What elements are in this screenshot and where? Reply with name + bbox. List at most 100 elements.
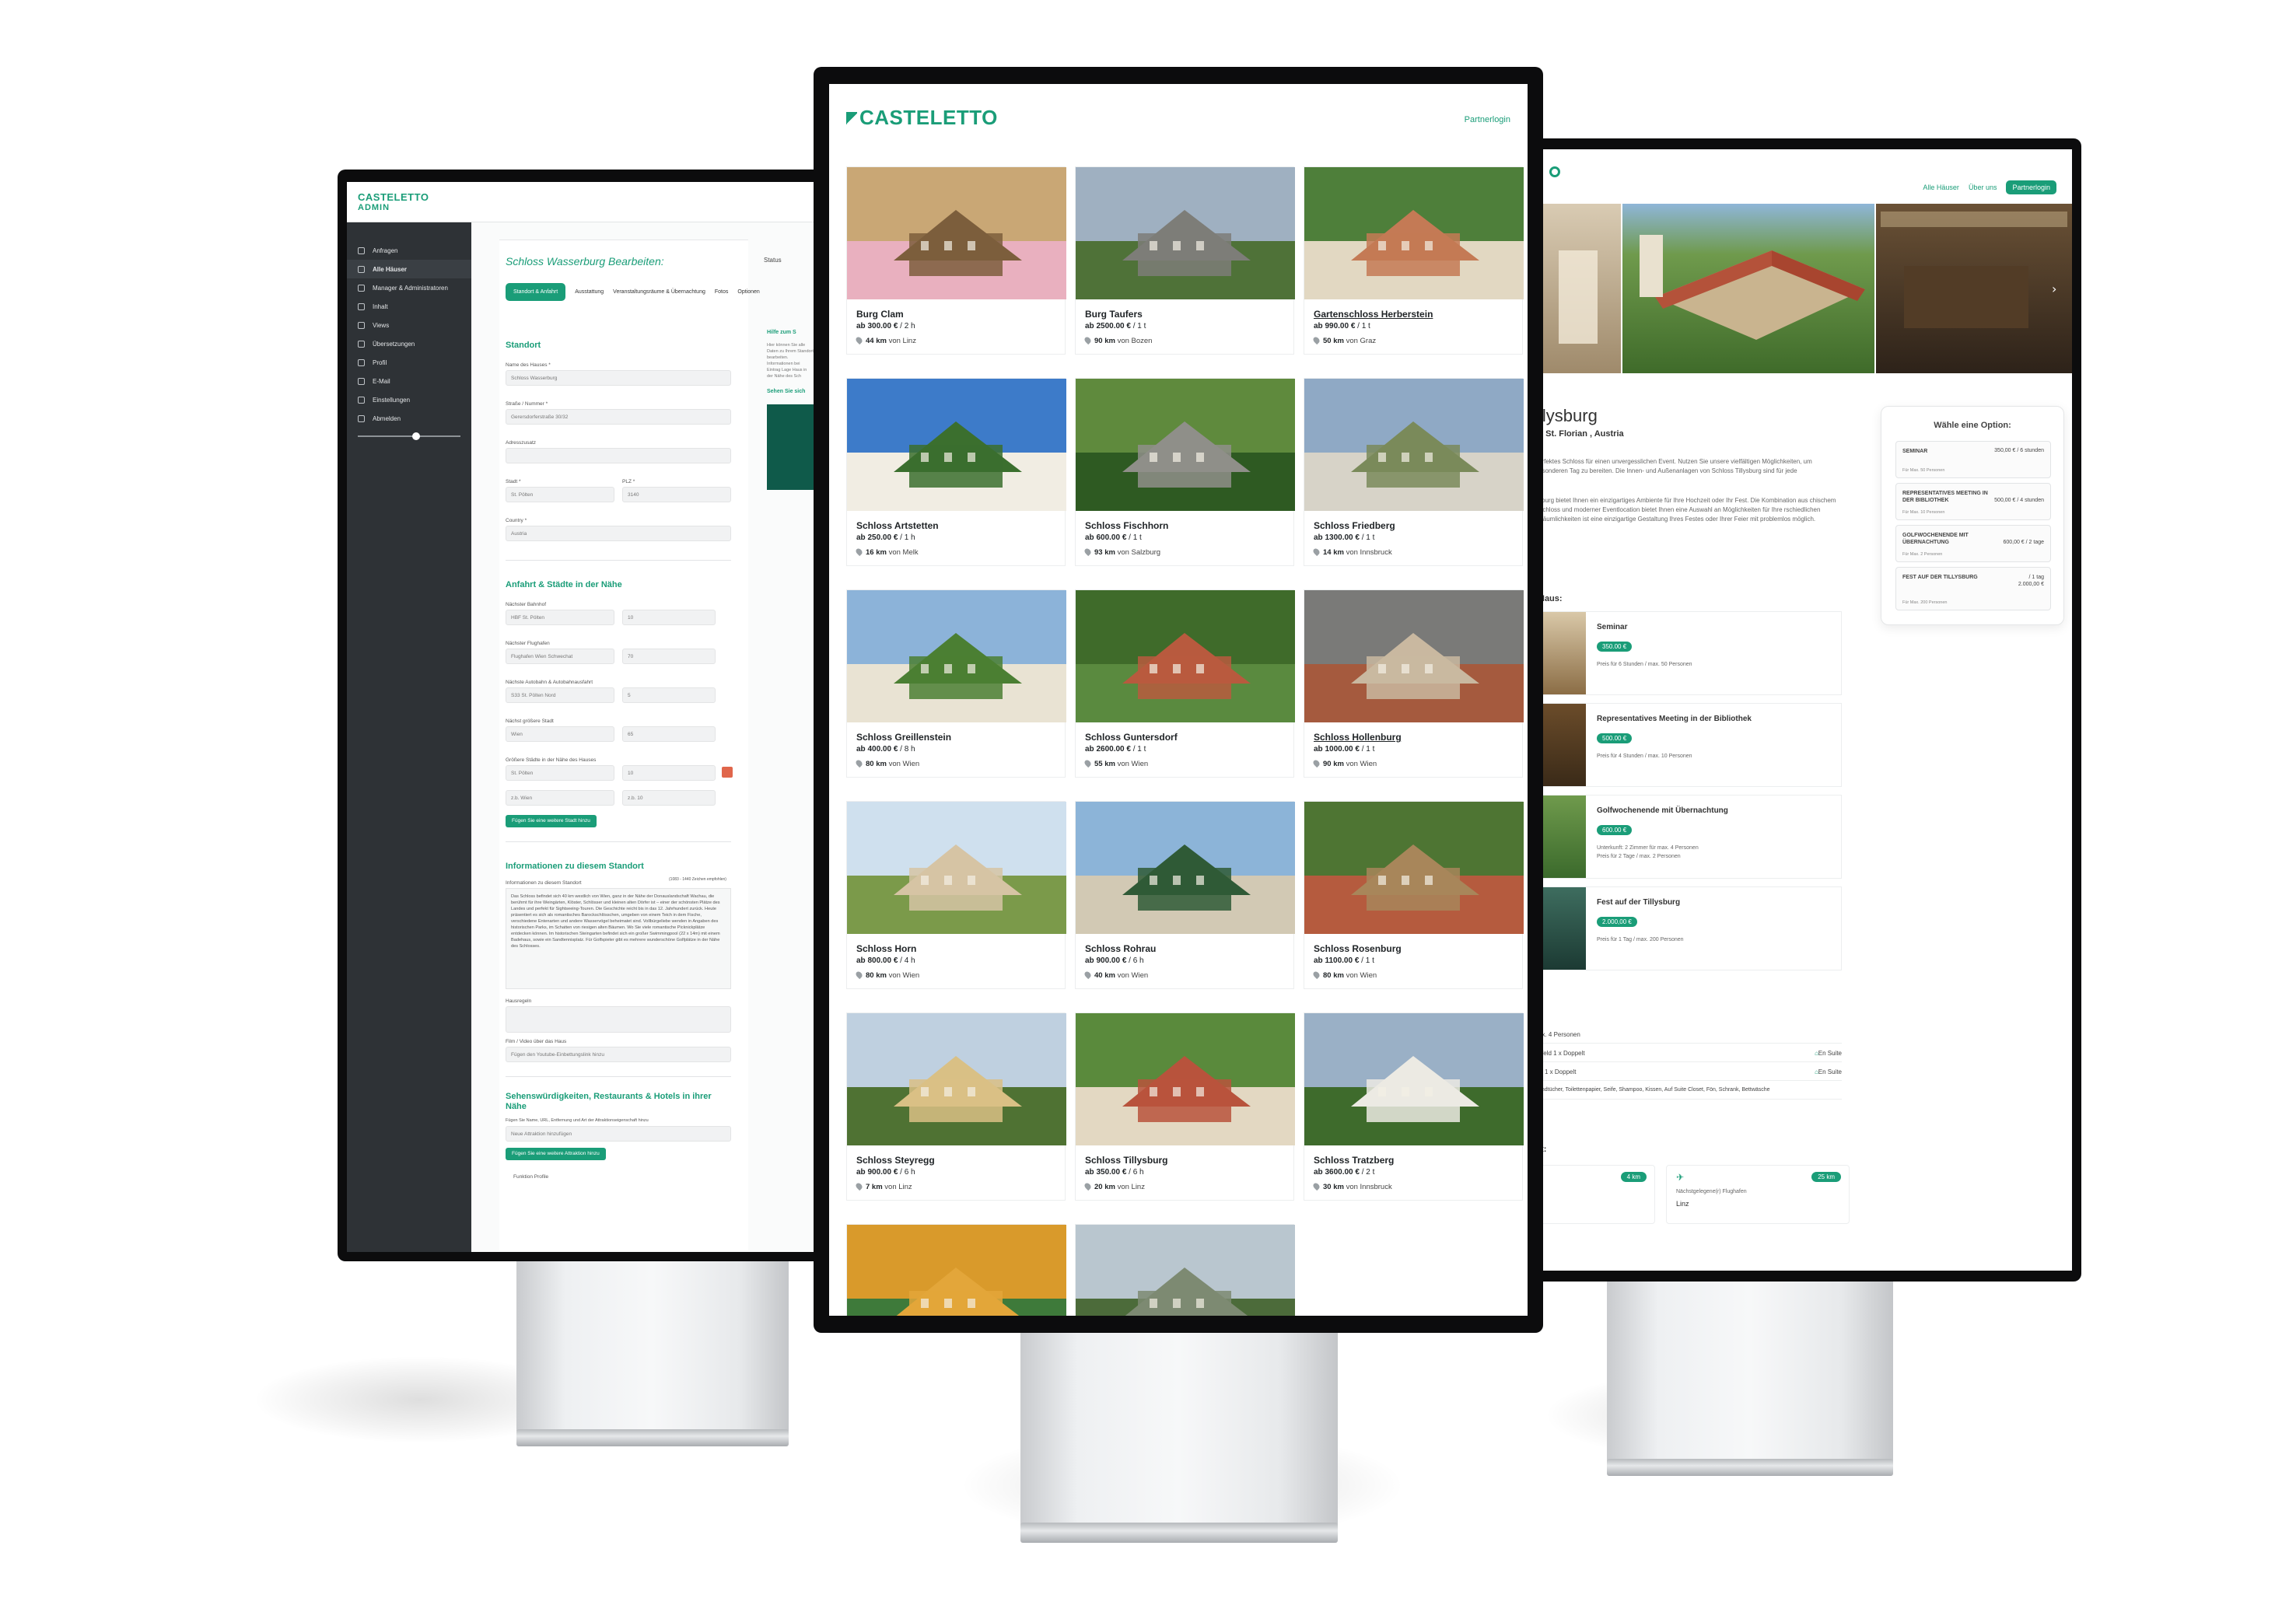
castle-photo[interactable] (1076, 1225, 1295, 1316)
castle-card[interactable]: Schloss Rohrau ab 900.00 € / 6 h 40 km von… (1075, 801, 1295, 989)
film-field[interactable]: Fügen den Youtube-Einbettungslink hinzu (506, 1047, 731, 1062)
castle-name[interactable]: Schloss Guntersdorf (1085, 732, 1178, 743)
nav-inhalt[interactable]: Inhalt (347, 297, 471, 316)
name-field[interactable]: Schloss Wasserburg (506, 370, 731, 386)
castle-photo[interactable] (1304, 167, 1524, 299)
stadt1-km-field[interactable]: 10 (622, 765, 716, 781)
partner-login-link[interactable]: Partnerlogin (1465, 115, 1510, 124)
castle-photo[interactable] (1076, 802, 1295, 934)
castle-photo[interactable] (847, 1013, 1066, 1145)
grosse-field[interactable]: Wien (506, 726, 614, 742)
booking-option-seminar[interactable]: SEMINAR 350,00 € / 6 stunden Für Max. 50… (1895, 441, 2051, 478)
option-meeting[interactable]: Representatives Meeting in der Bibliothe… (1538, 703, 1842, 787)
sidebar-slider[interactable] (358, 432, 460, 440)
nav-einstellungen[interactable]: Einstellungen (347, 390, 471, 409)
stadt1-field[interactable]: St. Pölten (506, 765, 614, 781)
castle-name[interactable]: Schloss Rohrau (1085, 943, 1156, 954)
castle-name[interactable]: Schloss Rosenburg (1314, 943, 1402, 954)
castle-card[interactable]: Schloss Horn ab 800.00 € / 4 h 80 km von W… (846, 801, 1066, 989)
castle-name[interactable]: Schloss Artstetten (856, 520, 939, 531)
street-field[interactable]: Gerersdorferstraße 30/32 (506, 409, 731, 425)
castle-photo[interactable] (847, 802, 1066, 934)
add-city-button[interactable]: Fügen Sie eine weitere Stadt hinzu (506, 815, 597, 827)
add-attraction-button[interactable]: Fügen Sie eine weitere Attraktion hinzu (506, 1148, 606, 1160)
castle-photo[interactable] (847, 1225, 1066, 1316)
castle-photo[interactable] (1304, 1013, 1524, 1145)
stadt2-field[interactable]: z.b. Wien (506, 790, 614, 806)
castle-card[interactable]: Schloss Wasserburg (846, 1224, 1066, 1316)
help-link[interactable]: Sehen Sie sich (767, 389, 814, 394)
castle-card[interactable]: Schloss Friedberg ab 1300.00 € / 1 t 14 km… (1304, 378, 1524, 566)
castle-name[interactable]: Gartenschloss Herberstein (1314, 309, 1433, 320)
castle-card[interactable]: Gartenschloss Herberstein ab 990.00 € / 1… (1304, 166, 1524, 355)
remove-icon[interactable] (722, 767, 733, 778)
nav-abmelden[interactable]: Abmelden (347, 409, 471, 428)
nav-email[interactable]: E-Mail (347, 372, 471, 390)
castle-card[interactable]: Schloss Steyregg ab 900.00 € / 6 h 7 km vo… (846, 1012, 1066, 1201)
tab-optionen[interactable]: Optionen (737, 289, 759, 295)
castle-card[interactable]: Burg Clam ab 300.00 € / 2 h 44 km von Linz (846, 166, 1066, 355)
nav-about[interactable]: Über uns (1969, 184, 1997, 191)
flughafen-km-field[interactable]: 70 (622, 649, 716, 664)
castle-photo[interactable] (847, 167, 1066, 299)
country-select[interactable]: Austria (506, 526, 731, 541)
bahnhof-field[interactable]: HBF St. Pölten (506, 610, 614, 625)
castle-photo[interactable] (847, 379, 1066, 511)
booking-option-meeting[interactable]: REPRESENTATIVES MEETING IN DER BIBLIOTHE… (1895, 483, 2051, 520)
castle-photo[interactable] (847, 590, 1066, 722)
castle-card[interactable]: Schloss Artstetten ab 250.00 € / 1 h 16 km… (846, 378, 1066, 566)
help-title[interactable]: Hilfe zum S (767, 330, 814, 335)
info-textarea[interactable]: Das Schloss befindet sich 40 km westlich… (506, 888, 731, 989)
castle-photo[interactable] (1304, 379, 1524, 511)
funktion-label[interactable]: Funktion Profile (513, 1174, 548, 1180)
castle-name[interactable]: Schloss Steyregg (856, 1155, 935, 1166)
hero-gallery[interactable]: › (1538, 204, 2072, 373)
help-video[interactable] (767, 404, 814, 490)
castle-card[interactable]: Taggburg (1075, 1224, 1295, 1316)
nav-all-houses[interactable]: Alle Häuser (1923, 184, 1959, 191)
slider-handle[interactable] (412, 432, 420, 440)
castle-name[interactable]: Schloss Greillenstein (856, 732, 951, 743)
hausregeln-field[interactable] (506, 1006, 731, 1033)
grosse-km-field[interactable]: 65 (622, 726, 716, 742)
nav-views[interactable]: Views (347, 316, 471, 334)
nav-anfragen[interactable]: Anfragen (347, 241, 471, 260)
partner-login-button[interactable]: Partnerlogin (2006, 180, 2056, 194)
stadt2-km-field[interactable]: z.b. 10 (622, 790, 716, 806)
casteletto-logo[interactable]: CASTELETTO (846, 106, 998, 130)
autobahn-field[interactable]: S33 St. Pölten Nord (506, 687, 614, 703)
castle-name[interactable]: Schloss Fischhorn (1085, 520, 1168, 531)
castle-photo[interactable] (1076, 379, 1295, 511)
castle-card[interactable]: Schloss Fischhorn ab 600.00 € / 1 t 93 km … (1075, 378, 1295, 566)
admin-logo[interactable]: CASTELETTO ADMIN (347, 182, 471, 222)
bahnhof-km-field[interactable]: 10 (622, 610, 716, 625)
castle-card[interactable]: Schloss Hollenburg ab 1000.00 € / 1 t 90 k… (1304, 589, 1524, 778)
flughafen-field[interactable]: Flughafen Wien Schwechat (506, 649, 614, 664)
castle-card[interactable]: Schloss Tillysburg ab 350.00 € / 6 h 20 km… (1075, 1012, 1295, 1201)
castle-photo[interactable] (1076, 1013, 1295, 1145)
plz-field[interactable]: 3140 (622, 487, 731, 502)
booking-option-fest[interactable]: FEST AUF DER TILLYSBURG / 1 tag 2.000,00… (1895, 567, 2051, 610)
castle-card[interactable]: Burg Taufers ab 2500.00 € / 1 t 90 km von … (1075, 166, 1295, 355)
castle-name[interactable]: Schloss Hollenburg (1314, 732, 1402, 743)
castle-photo[interactable] (1304, 802, 1524, 934)
castle-name[interactable]: Schloss Horn (856, 943, 916, 954)
option-golf[interactable]: Golfwochenende mit Übernachtung 600.00 €… (1538, 795, 1842, 879)
tab-standort[interactable]: Standort & Anfahrt (506, 283, 566, 301)
castle-name[interactable]: Schloss Friedberg (1314, 520, 1395, 531)
attraction-field[interactable]: Neue Attraktion hinzufügen (506, 1126, 731, 1142)
castle-photo[interactable] (1076, 167, 1295, 299)
castle-photo[interactable] (1304, 590, 1524, 722)
castle-card[interactable]: Schloss Greillenstein ab 400.00 € / 8 h 80… (846, 589, 1066, 778)
tab-ausstattung[interactable]: Ausstattung (575, 289, 604, 295)
tab-raeume[interactable]: Veranstaltungsräume & Übernachtung (613, 289, 705, 295)
castle-name[interactable]: Burg Taufers (1085, 309, 1143, 320)
castle-photo[interactable] (1076, 590, 1295, 722)
tab-fotos[interactable]: Fotos (715, 289, 729, 295)
nav-profil[interactable]: Profil (347, 353, 471, 372)
castle-card[interactable]: Schloss Rosenburg ab 1100.00 € / 1 t 80 km… (1304, 801, 1524, 989)
castle-card[interactable]: Schloss Guntersdorf ab 2600.00 € / 1 t 55 … (1075, 589, 1295, 778)
autobahn-km-field[interactable]: 5 (622, 687, 716, 703)
nav-manager[interactable]: Manager & Administratoren (347, 278, 471, 297)
booking-option-golf[interactable]: GOLFWOCHENENDE MIT ÜBERNACHTUNG 600,00 €… (1895, 525, 2051, 562)
